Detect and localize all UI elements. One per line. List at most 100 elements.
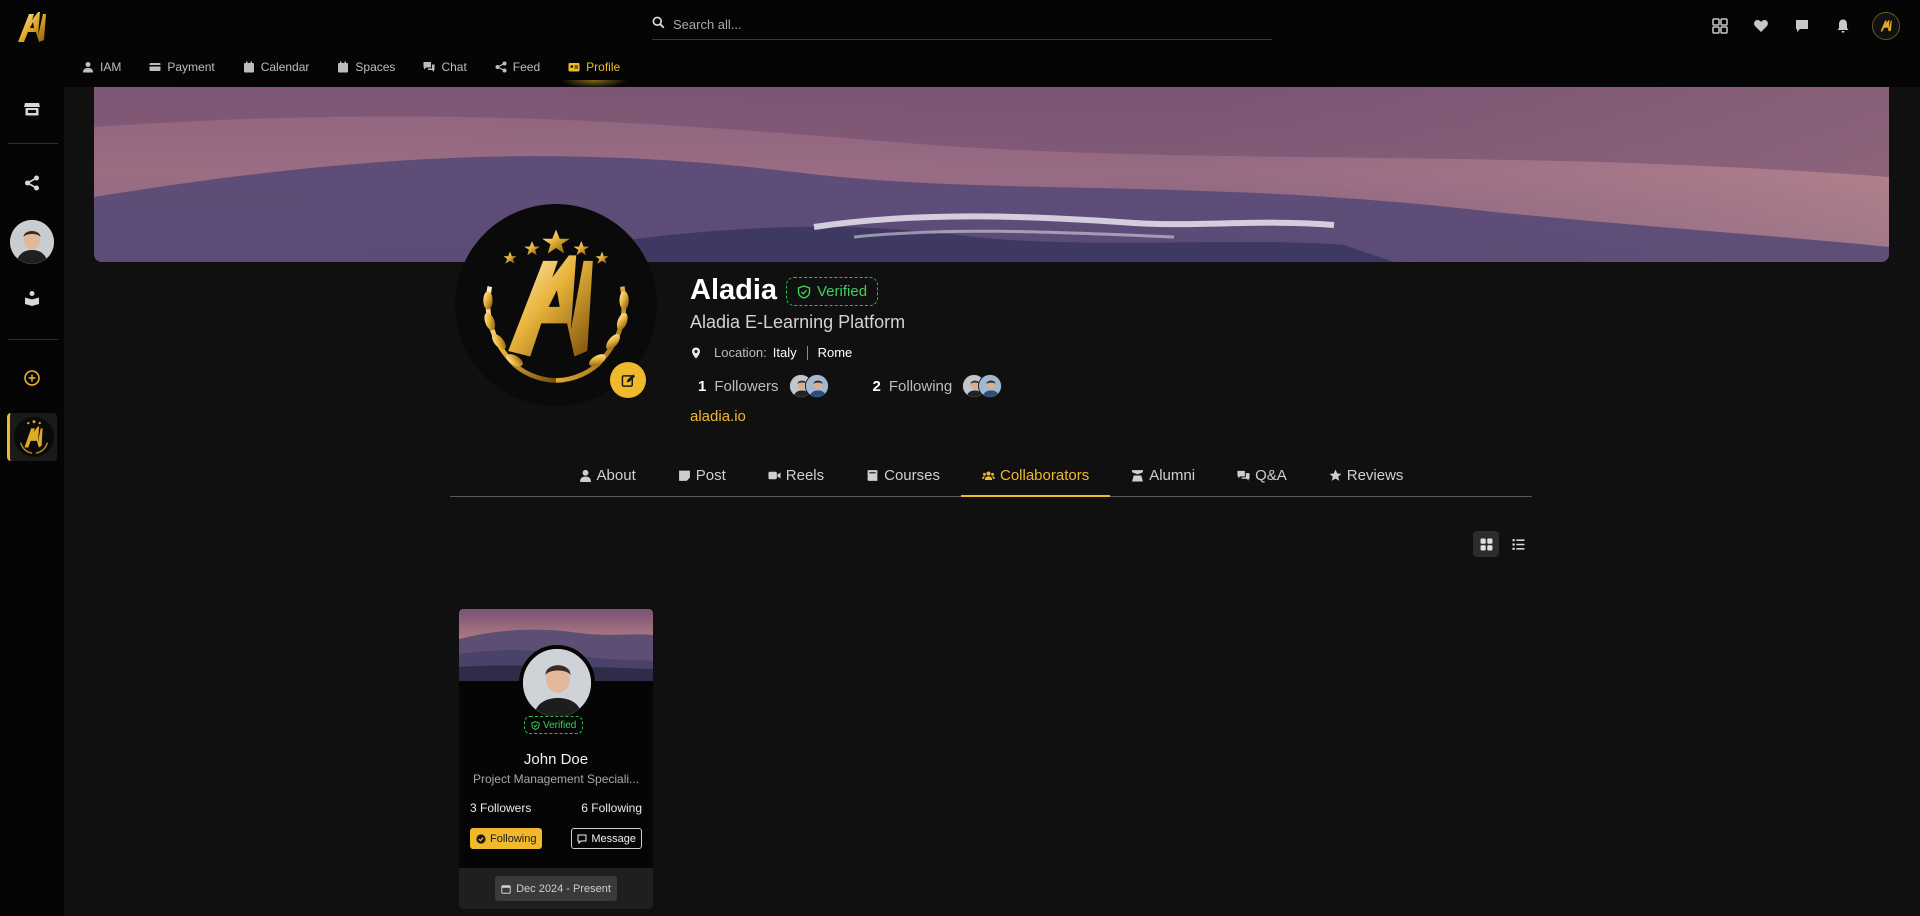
grid-view-toggle[interactable] — [1473, 531, 1499, 557]
tab-label: Feed — [512, 60, 541, 74]
search-input[interactable] — [673, 17, 1233, 32]
tab-label: Reels — [785, 467, 825, 484]
profile-location: Location: Italy Rome — [690, 345, 852, 360]
collaboration-period: Dec 2024 - Present — [495, 876, 617, 901]
following-avatars[interactable] — [962, 374, 1003, 398]
following-button[interactable]: Following — [470, 828, 543, 849]
user-avatar[interactable] — [10, 220, 54, 264]
tab-courses[interactable]: Courses — [845, 455, 961, 496]
sidebar-divider — [8, 339, 58, 340]
organization-logo[interactable] — [7, 413, 57, 461]
post-icon — [678, 470, 690, 481]
users-icon — [981, 471, 995, 480]
collaborator-following: 6 Following — [581, 801, 642, 815]
verified-badge: Verified — [786, 277, 879, 306]
tab-label: Spaces — [355, 60, 396, 74]
profile-cover-banner — [94, 87, 1889, 262]
tab-label: Post — [695, 467, 726, 484]
tab-label: Payment — [167, 60, 215, 74]
tab-label: Q&A — [1255, 467, 1287, 484]
chat-icon — [423, 62, 435, 72]
top-right-icons — [1708, 12, 1900, 40]
tab-payment[interactable]: Payment — [149, 58, 215, 76]
tab-reels[interactable]: Reels — [747, 455, 845, 496]
following-avatar — [978, 374, 1003, 398]
followers-label[interactable]: Followers — [714, 378, 778, 395]
tab-qa[interactable]: Q&A — [1216, 455, 1308, 496]
add-circle-icon[interactable] — [12, 358, 52, 398]
tab-spaces[interactable]: Spaces — [337, 58, 395, 76]
star-icon — [1329, 469, 1342, 481]
collaborator-verified-badge: Verified — [524, 716, 584, 734]
tab-chat[interactable]: Chat — [423, 58, 467, 76]
following-count[interactable]: 2 — [873, 378, 881, 395]
share-icon — [495, 61, 507, 73]
calendar-icon — [243, 61, 254, 73]
book-reader-icon[interactable] — [12, 278, 52, 318]
comments-icon — [1237, 470, 1250, 481]
profile-subtitle: Aladia E-Learning Platform — [690, 312, 906, 332]
collaborator-followers: 3 Followers — [470, 801, 532, 815]
collaborator-stats: 3 Followers 6 Following — [470, 801, 642, 815]
account-avatar[interactable] — [1872, 12, 1900, 40]
tab-post[interactable]: Post — [657, 455, 747, 496]
message-button-label: Message — [591, 832, 636, 845]
tab-label: Calendar — [260, 60, 310, 74]
profile-website-link[interactable]: aladia.io — [690, 408, 746, 425]
grid-icon — [1480, 538, 1492, 550]
tab-about[interactable]: About — [558, 455, 657, 496]
edit-icon — [621, 373, 635, 387]
top-bar: IAM Payment Calendar Spaces Chat Feed Pr… — [0, 0, 1920, 88]
tab-profile[interactable]: Profile — [560, 58, 629, 88]
edit-avatar-button[interactable] — [610, 362, 646, 398]
collaborator-card-footer: Dec 2024 - Present — [459, 868, 653, 909]
store-icon[interactable] — [12, 89, 52, 129]
tab-label: Alumni — [1149, 467, 1196, 484]
tab-reviews[interactable]: Reviews — [1308, 455, 1425, 496]
calendar-icon — [501, 884, 511, 894]
graduate-icon — [1132, 470, 1144, 482]
following-label[interactable]: Following — [889, 378, 952, 395]
tab-iam[interactable]: IAM — [82, 58, 121, 76]
follower-avatar — [804, 374, 829, 398]
collaborator-name[interactable]: John Doe — [459, 751, 653, 768]
tab-collaborators[interactable]: Collaborators — [960, 455, 1111, 497]
follow-stats: 1 Followers 2 Following — [698, 374, 1046, 398]
global-search[interactable] — [652, 10, 1272, 40]
collaborator-avatar — [519, 645, 595, 721]
check-circle-icon — [476, 833, 486, 844]
message-button[interactable]: Message — [571, 828, 642, 849]
share-icon[interactable] — [12, 163, 52, 203]
location-country: Italy — [772, 345, 797, 360]
followers-avatars[interactable] — [788, 374, 829, 398]
collaborator-card[interactable]: Verified John Doe Project Management Spe… — [459, 609, 653, 909]
video-icon — [768, 471, 781, 480]
tab-alumni[interactable]: Alumni — [1110, 455, 1216, 496]
map-pin-icon — [692, 347, 700, 358]
left-sidebar — [0, 87, 64, 916]
apps-grid-icon[interactable] — [1708, 14, 1732, 38]
heart-icon[interactable] — [1749, 14, 1773, 38]
spaces-icon — [338, 61, 349, 73]
followers-count[interactable]: 1 — [698, 378, 706, 395]
tab-calendar[interactable]: Calendar — [243, 58, 310, 76]
location-label: Location: — [714, 345, 767, 360]
collaborator-role: Project Management Speciali... — [472, 772, 640, 786]
profile-tabs: About Post Reels Courses Collaborators A… — [450, 455, 1532, 497]
shield-check-icon — [797, 284, 811, 299]
location-city: Rome — [817, 345, 853, 360]
shield-check-icon — [531, 720, 540, 730]
user-icon — [579, 469, 591, 482]
search-icon — [652, 16, 665, 34]
following-button-label: Following — [490, 832, 537, 845]
bell-icon[interactable] — [1831, 14, 1855, 38]
aladia-logo[interactable] — [12, 6, 54, 48]
user-icon — [83, 62, 93, 73]
tab-label: Courses — [884, 467, 940, 484]
id-card-icon — [568, 63, 580, 72]
tab-feed[interactable]: Feed — [495, 58, 540, 76]
tab-label: Profile — [586, 60, 621, 74]
profile-name: Aladia — [690, 274, 778, 306]
list-view-toggle[interactable] — [1505, 531, 1531, 557]
messages-icon[interactable] — [1790, 14, 1814, 38]
